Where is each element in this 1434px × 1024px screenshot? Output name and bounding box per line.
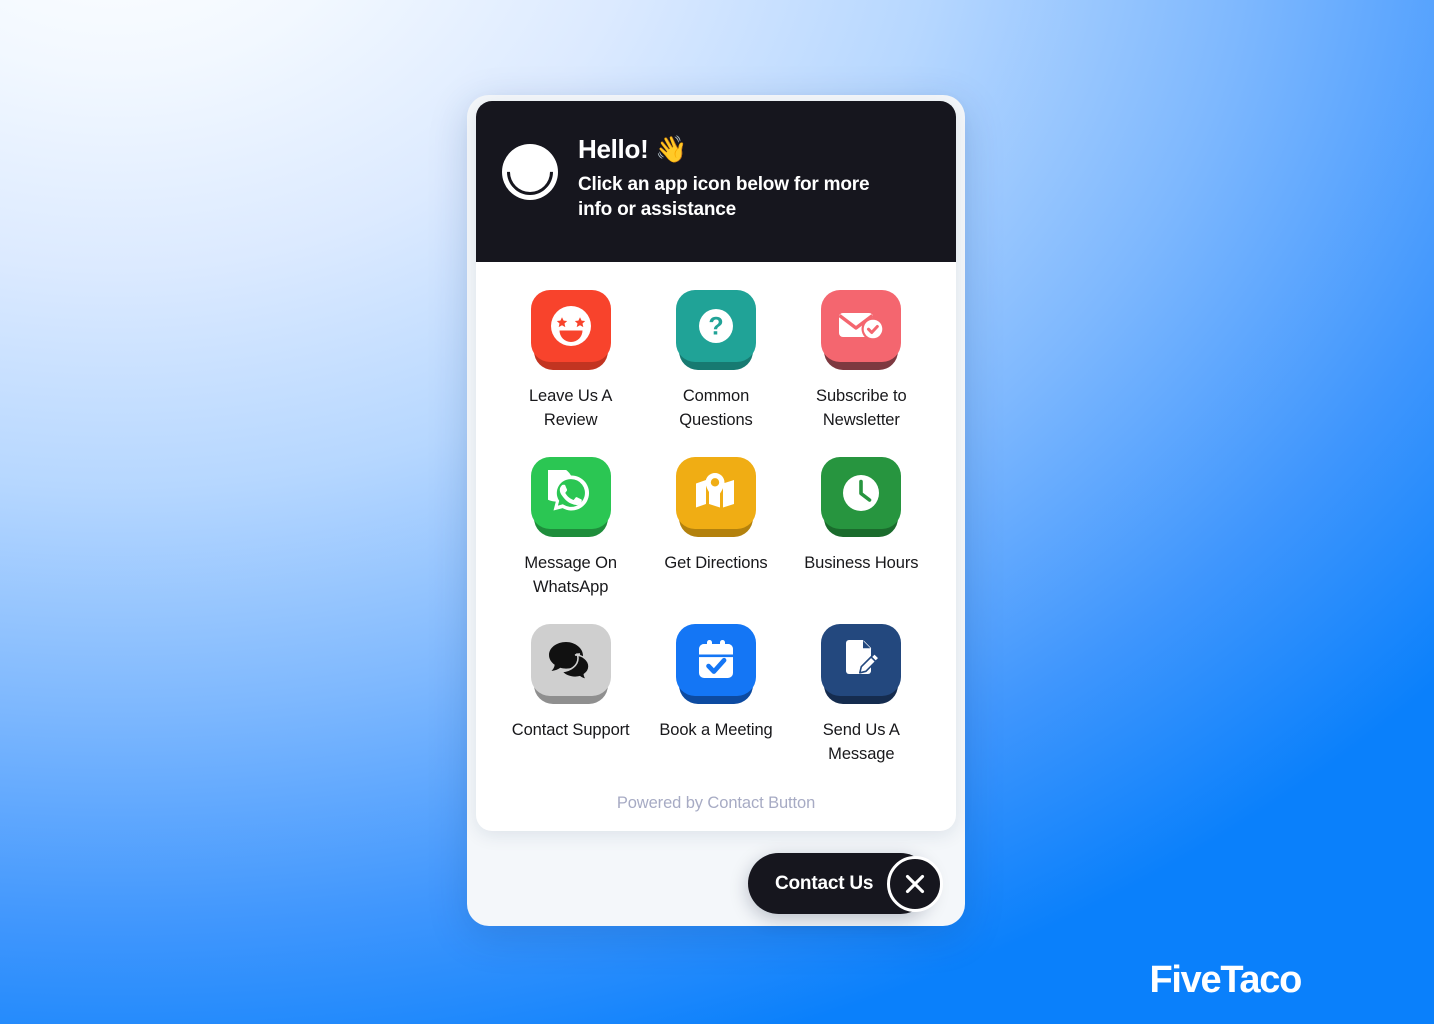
app-item-send-us-a-message[interactable]: Send Us A Message [789, 623, 934, 767]
app-label: Message On WhatsApp [524, 553, 617, 597]
svg-text:?: ? [708, 313, 723, 341]
clock-icon [838, 470, 884, 516]
app-item-get-directions[interactable]: Get Directions [643, 456, 788, 600]
tile-wrap [821, 456, 902, 537]
tile-wrap [821, 290, 902, 370]
app-item-message-on-whatsapp[interactable]: Message On WhatsApp [498, 456, 643, 600]
app-label: Book a Meeting [659, 720, 773, 739]
tile-wrap [821, 623, 902, 704]
tile [675, 456, 756, 529]
close-x-icon[interactable] [887, 855, 944, 912]
app-label: Get Directions [664, 553, 768, 572]
tile-wrap [530, 456, 611, 537]
calendar-check-icon [693, 637, 739, 683]
tile [530, 290, 611, 362]
greeting-title: Hello! 👋 [578, 134, 688, 164]
app-label: Business Hours [804, 553, 919, 572]
app-item-common-questions[interactable]: ? Common Questions [643, 290, 788, 433]
app-label: Leave Us A Review [528, 387, 613, 430]
contact-widget-card: Hello! 👋 Click an app icon below for mor… [476, 101, 956, 831]
fivetaco-logo: FiveTaco [1149, 959, 1302, 1001]
question-mark-circle-icon: ? [693, 303, 739, 349]
app-label: Send Us A Message [822, 720, 900, 764]
tile-wrap [530, 623, 611, 704]
tile [821, 456, 902, 529]
contact-us-button[interactable]: Contact Us [748, 853, 944, 914]
tile-wrap [675, 456, 756, 537]
app-item-leave-us-a-review[interactable]: Leave Us A Review [498, 290, 643, 433]
app-label: Contact Support [511, 720, 630, 739]
map-pin-icon [692, 471, 740, 515]
tile [821, 290, 902, 362]
star-eyes-smiley-icon [547, 302, 595, 350]
contact-widget-shell: Hello! 👋 Click an app icon below for mor… [467, 95, 965, 926]
avatar-crescent-arc-icon [497, 139, 563, 205]
app-item-book-a-meeting[interactable]: Book a Meeting [643, 623, 788, 767]
envelope-check-icon [836, 304, 886, 348]
tile [675, 623, 756, 696]
app-item-business-hours[interactable]: Business Hours [789, 456, 934, 600]
app-label: Common Questions [679, 387, 753, 430]
tile: ? [675, 290, 756, 362]
apps-grid: Leave Us A Review ? Common Questions Sub… [476, 262, 956, 772]
whatsapp-icon [547, 469, 594, 516]
tile [821, 623, 902, 696]
document-pencil-icon [838, 637, 884, 683]
app-item-contact-support[interactable]: Contact Support [498, 623, 643, 767]
close-x-glyph [906, 874, 925, 893]
widget-header: Hello! 👋 Click an app icon below for mor… [476, 101, 956, 262]
tile-wrap [675, 623, 756, 704]
header-text-block: Hello! 👋 Click an app icon below for mor… [578, 131, 908, 223]
greeting-subtitle: Click an app icon below for more info or… [578, 173, 870, 221]
tile-wrap: ? [675, 290, 756, 370]
tile [530, 623, 611, 696]
app-label: Subscribe to Newsletter [816, 387, 907, 430]
powered-by-label[interactable]: Powered by Contact Button [476, 772, 956, 831]
tile-wrap [530, 290, 611, 370]
app-item-subscribe-to-newsletter[interactable]: Subscribe to Newsletter [789, 290, 934, 433]
tile [530, 456, 611, 529]
avatar [497, 139, 563, 205]
contact-us-label: Contact Us [775, 872, 874, 894]
chat-bubbles-icon [546, 639, 596, 681]
